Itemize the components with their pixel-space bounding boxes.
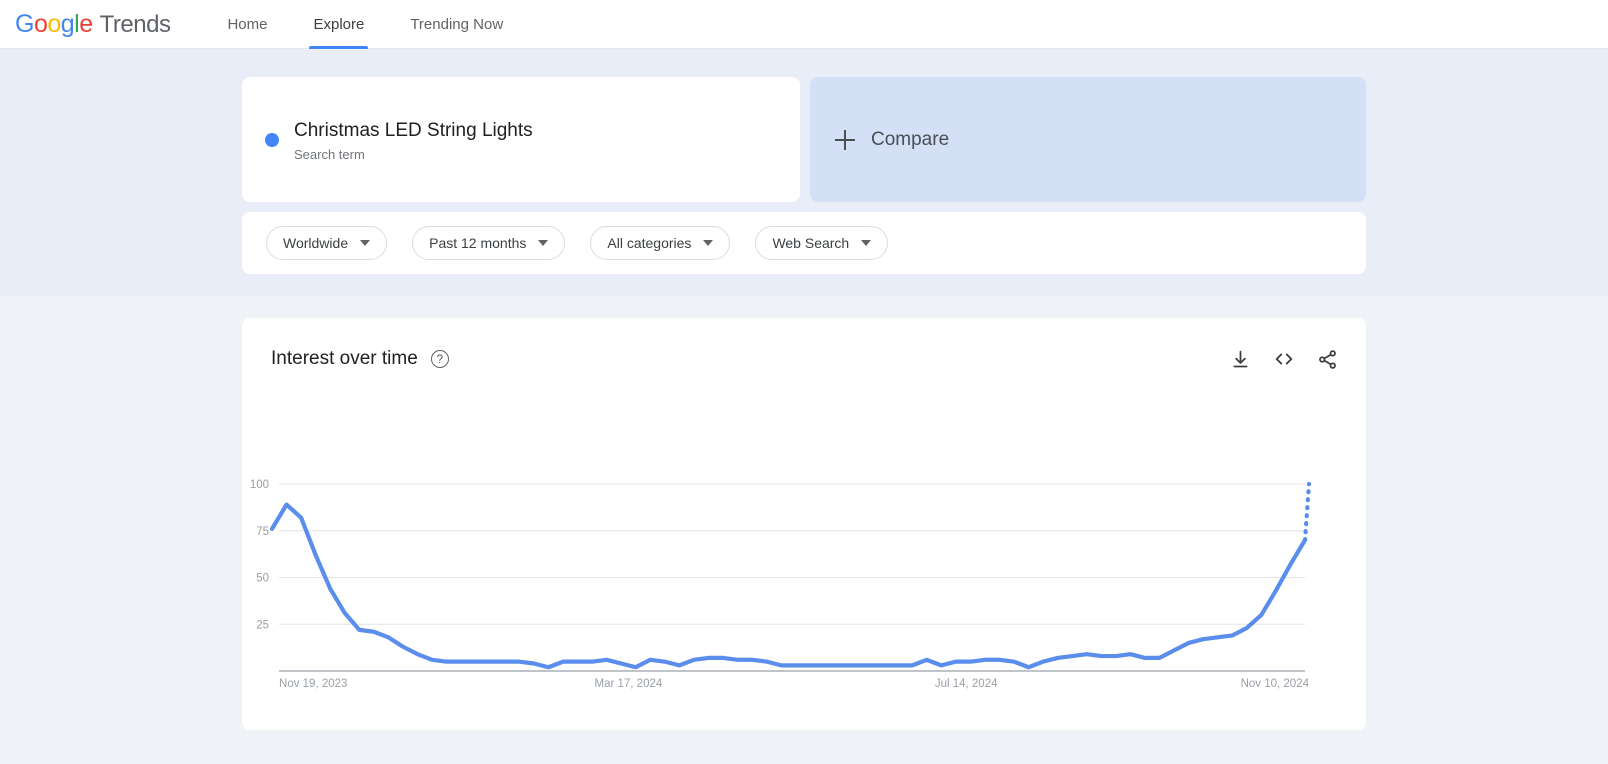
nav-item-home[interactable]: Home	[223, 0, 271, 49]
time-filter[interactable]: Past 12 months	[412, 226, 566, 260]
time-filter-label: Past 12 months	[429, 235, 527, 251]
app-header: Google Trends Home Explore Trending Now	[0, 0, 1608, 49]
page-title: Interest over time	[271, 348, 418, 369]
help-icon[interactable]: ?	[430, 350, 449, 368]
chevron-down-icon	[538, 240, 549, 246]
chevron-down-icon	[360, 240, 371, 246]
trends-wordmark: Trends	[99, 10, 171, 38]
results-section: Interest over time ? 25 50 75 100 Nov 19…	[0, 296, 1608, 730]
search-type-filter[interactable]: Web Search	[755, 226, 889, 260]
x-axis-tick-label: Nov 19, 2023	[279, 678, 347, 690]
chart-header: Interest over time ?	[242, 318, 1366, 370]
search-term-subtitle: Search term	[294, 146, 365, 162]
x-axis-tick-label: Nov 10, 2024	[1241, 678, 1310, 690]
category-filter[interactable]: All categories	[590, 226, 731, 260]
trend-line	[269, 502, 1308, 670]
chart-plot-area[interactable]: 25 50 75 100 Nov 19, 2023 Mar 17, 2024 Jul 14,…	[242, 418, 1366, 718]
plus-icon	[835, 129, 855, 150]
x-axis-tick-label: Jul 14, 2024	[935, 678, 998, 690]
category-filter-label: All categories	[607, 235, 692, 251]
chevron-down-icon	[861, 240, 872, 246]
embed-code-icon[interactable]	[1273, 348, 1295, 370]
search-type-filter-label: Web Search	[772, 235, 850, 251]
search-term-title: Christmas LED String Lights	[294, 119, 533, 141]
main-nav: Home Explore Trending Now	[223, 0, 545, 49]
nav-item-explore[interactable]: Explore	[309, 0, 369, 49]
location-filter-label: Worldwide	[283, 235, 349, 251]
interest-over-time-card: Interest over time ? 25 50 75 100 Nov 19…	[242, 318, 1366, 730]
compare-button[interactable]: Compare	[810, 77, 1366, 202]
x-axis-tick-label: Mar 17, 2024	[595, 678, 663, 690]
nav-item-trending-now[interactable]: Trending Now	[406, 0, 507, 49]
series-color-dot	[265, 132, 279, 147]
query-row: Christmas LED String Lights Search term …	[242, 77, 1366, 202]
google-trends-logo[interactable]: Google Trends	[15, 9, 171, 39]
download-icon[interactable]	[1230, 349, 1251, 370]
y-axis-tick-label: 100	[250, 479, 269, 491]
interest-over-time-chart: 25 50 75 100 Nov 19, 2023 Mar 17, 2024 Jul 14,…	[250, 479, 1312, 690]
share-icon[interactable]	[1317, 349, 1338, 370]
chevron-down-icon	[703, 240, 714, 246]
google-wordmark: Google	[15, 9, 93, 38]
y-axis-tick-label: 25	[256, 619, 269, 631]
compare-label: Compare	[871, 128, 950, 150]
partial-data-line	[1302, 481, 1312, 543]
filter-bar: Worldwide Past 12 months All categories …	[242, 212, 1366, 274]
y-axis-tick-label: 75	[256, 526, 269, 538]
search-term-card[interactable]: Christmas LED String Lights Search term	[242, 77, 800, 202]
query-section: Christmas LED String Lights Search term …	[0, 49, 1608, 296]
location-filter[interactable]: Worldwide	[266, 226, 388, 260]
y-axis-tick-label: 50	[256, 573, 269, 585]
chart-actions	[1230, 348, 1338, 370]
